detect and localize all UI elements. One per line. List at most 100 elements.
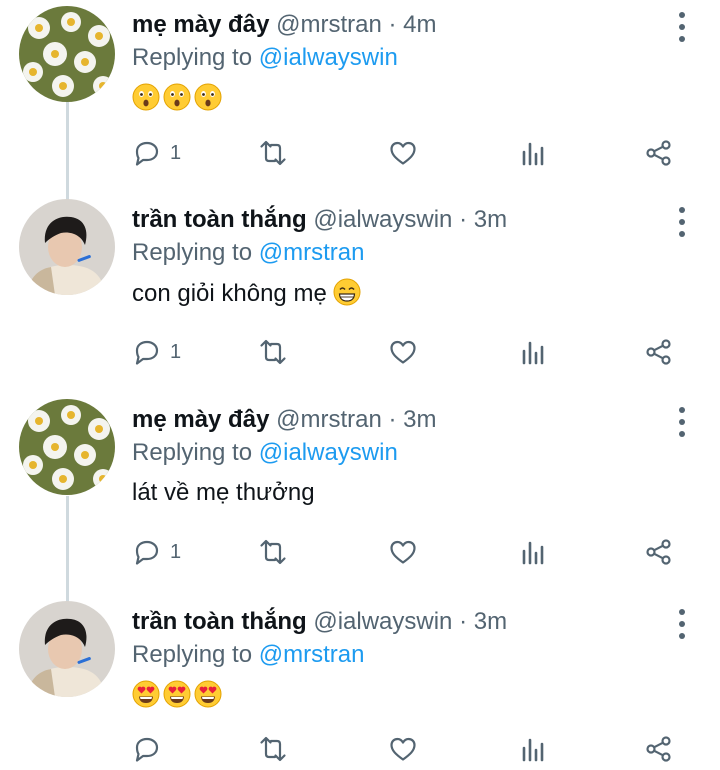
display-name[interactable]: trần toàn thắng	[132, 206, 307, 233]
timestamp[interactable]: 3m	[474, 608, 507, 635]
tweet-body: con giỏi không mẹ	[132, 280, 327, 307]
like-button[interactable]	[388, 137, 418, 169]
tweet-text	[132, 680, 700, 716]
user-handle[interactable]: @mrstran	[276, 406, 382, 433]
tweet-body: lát về mẹ thưởng	[132, 479, 315, 506]
share-button[interactable]	[644, 733, 674, 765]
tweet-header: trần toàn thắng @ialwayswin · 3m	[132, 607, 700, 637]
share-icon	[646, 339, 671, 365]
replying-to: Replying to @ialwayswin	[132, 438, 700, 468]
timestamp[interactable]: 4m	[403, 11, 436, 38]
profile-avatar-image	[19, 601, 115, 697]
separator: ·	[459, 206, 468, 233]
display-name[interactable]: trần toàn thắng	[132, 608, 307, 635]
astonished-face-emoji	[194, 83, 222, 119]
share-icon	[646, 539, 671, 565]
replying-to-label: Replying to	[132, 239, 253, 266]
mention-link[interactable]: @ialwayswin	[259, 44, 398, 71]
retweet-button[interactable]	[258, 733, 288, 765]
reply-icon	[135, 737, 159, 762]
analytics-button[interactable]	[518, 137, 548, 169]
retweet-icon	[260, 736, 286, 762]
tweet[interactable]: trần toàn thắng @ialwayswin · 3m Replyin…	[0, 195, 720, 395]
separator: ·	[388, 406, 397, 433]
user-handle[interactable]: @ialwayswin	[313, 206, 452, 233]
like-icon	[390, 141, 416, 165]
like-icon	[390, 540, 416, 564]
avatar[interactable]	[19, 6, 115, 102]
share-button[interactable]	[644, 336, 674, 368]
retweet-button[interactable]	[258, 137, 288, 169]
analytics-icon	[522, 738, 544, 762]
tweet-header: mẹ mày đây @mrstran · 3m	[132, 405, 700, 435]
more-options-icon[interactable]	[674, 407, 690, 437]
like-button[interactable]	[388, 536, 418, 568]
mention-link[interactable]: @mrstran	[259, 239, 365, 266]
daisy-avatar-image	[19, 399, 115, 495]
reply-count: 1	[170, 340, 182, 363]
reply-button[interactable]: 1	[132, 336, 181, 368]
heart-eyes-face-emoji	[132, 680, 160, 716]
tweet-text: lát về mẹ thưởng	[132, 478, 700, 508]
retweet-icon	[260, 539, 286, 565]
like-icon	[390, 737, 416, 761]
avatar[interactable]	[19, 601, 115, 697]
display-name[interactable]: mẹ mày đây	[132, 11, 269, 38]
tweet[interactable]: mẹ mày đây @mrstran · 3m Replying to @ia…	[0, 395, 720, 595]
share-button[interactable]	[644, 137, 674, 169]
reply-button[interactable]: 1	[132, 536, 181, 568]
action-bar	[132, 733, 692, 765]
tweet-text	[132, 83, 700, 119]
tweet[interactable]: mẹ mày đây @mrstran · 4m Replying to @ia…	[0, 0, 720, 195]
astonished-face-emoji	[132, 83, 160, 119]
replying-to-label: Replying to	[132, 439, 253, 466]
share-button[interactable]	[644, 536, 674, 568]
grinning-face-emoji	[333, 278, 361, 314]
replying-to-label: Replying to	[132, 641, 253, 668]
separator: ·	[459, 608, 468, 635]
replying-to: Replying to @ialwayswin	[132, 43, 700, 73]
astonished-face-emoji	[163, 83, 191, 119]
heart-eyes-face-emoji	[194, 680, 222, 716]
reply-count: 1	[170, 540, 182, 563]
tweet-header: mẹ mày đây @mrstran · 4m	[132, 10, 700, 40]
share-icon	[646, 140, 671, 166]
share-icon	[646, 736, 671, 762]
avatar[interactable]	[19, 199, 115, 295]
reply-count: 1	[170, 141, 182, 164]
user-handle[interactable]: @ialwayswin	[313, 608, 452, 635]
display-name[interactable]: mẹ mày đây	[132, 406, 269, 433]
like-button[interactable]	[388, 336, 418, 368]
action-bar: 1	[132, 336, 692, 368]
action-bar: 1	[132, 137, 692, 169]
analytics-icon	[522, 541, 544, 565]
more-options-icon[interactable]	[674, 609, 690, 639]
analytics-icon	[522, 341, 544, 365]
tweet-header: trần toàn thắng @ialwayswin · 3m	[132, 205, 700, 235]
reply-button[interactable]: 1	[132, 137, 181, 169]
avatar[interactable]	[19, 399, 115, 495]
reply-button[interactable]	[132, 733, 170, 765]
retweet-button[interactable]	[258, 336, 288, 368]
tweet[interactable]: trần toàn thắng @ialwayswin · 3m Replyin…	[0, 597, 720, 770]
more-options-icon[interactable]	[674, 207, 690, 237]
timestamp[interactable]: 3m	[403, 406, 436, 433]
analytics-button[interactable]	[518, 733, 548, 765]
mention-link[interactable]: @mrstran	[259, 641, 365, 668]
action-bar: 1	[132, 536, 692, 568]
analytics-button[interactable]	[518, 336, 548, 368]
heart-eyes-face-emoji	[163, 680, 191, 716]
like-button[interactable]	[388, 733, 418, 765]
replying-to: Replying to @mrstran	[132, 238, 700, 268]
reply-icon	[135, 141, 159, 166]
analytics-button[interactable]	[518, 536, 548, 568]
user-handle[interactable]: @mrstran	[276, 11, 382, 38]
like-icon	[390, 340, 416, 364]
more-options-icon[interactable]	[674, 12, 690, 42]
timestamp[interactable]: 3m	[474, 206, 507, 233]
replying-to-label: Replying to	[132, 44, 253, 71]
retweet-button[interactable]	[258, 536, 288, 568]
reply-icon	[135, 540, 159, 565]
mention-link[interactable]: @ialwayswin	[259, 439, 398, 466]
retweet-icon	[260, 140, 286, 166]
